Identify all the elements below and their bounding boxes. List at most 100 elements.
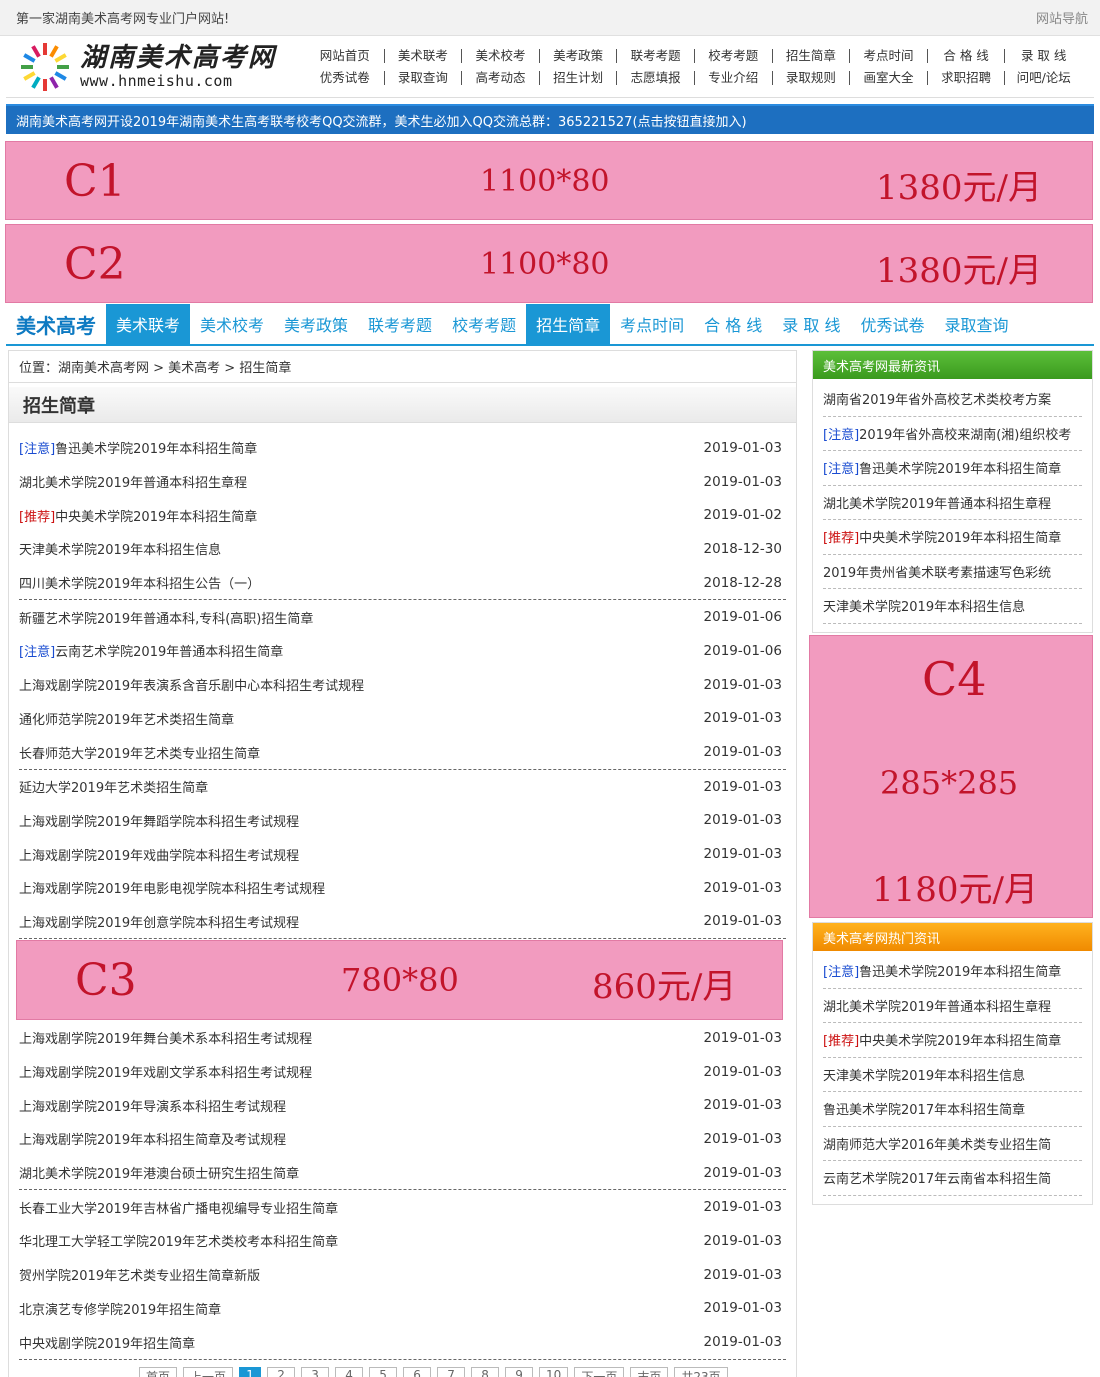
news-title[interactable]: 湖南省2019年省外高校艺术类校考方案 (823, 389, 1051, 408)
article-link[interactable]: 通化师范学院2019年艺术类招生简章 (19, 709, 234, 728)
page-link[interactable]: 上一页 (183, 1367, 234, 1377)
list-item[interactable]: 北京演艺专修学院2019年招生简章 2019-01-03 (9, 1292, 796, 1326)
news-title[interactable]: 湖北美术学院2019年普通本科招生章程 (823, 493, 1051, 512)
news-title[interactable]: 中央美术学院2019年本科招生简章 (859, 1030, 1061, 1049)
article-title[interactable]: 上海戏剧学院2019年表演系含音乐剧中心本科招生考试规程 (19, 679, 364, 694)
list-item[interactable]: 湖北美术学院2019年港澳台硕士研究生招生简章 2019-01-03 (9, 1156, 796, 1190)
list-item[interactable]: 上海戏剧学院2019年导演系本科招生考试规程 2019-01-03 (9, 1088, 796, 1122)
list-item[interactable]: [注意]鲁迅美术学院2019年本科招生简章 2019-01-03 (9, 431, 796, 465)
article-title[interactable]: 中央戏剧学院2019年招生简章 (19, 1333, 195, 1352)
news-title[interactable]: 鲁迅美术学院2019年本科招生简章 (859, 961, 1061, 980)
list-item[interactable]: [注意]云南艺术学院2019年普通本科招生简章 2019-01-06 (9, 634, 796, 668)
ad-banner-c4[interactable]: C4 285*285 1180元/月 (809, 635, 1093, 918)
article-link[interactable]: 新疆艺术学院2019年普通本科,专科(高职)招生简章 (19, 608, 313, 627)
site-nav-link[interactable]: 网站导航 (1036, 8, 1088, 27)
article-link[interactable]: 上海戏剧学院2019年表演系含音乐剧中心本科招生考试规程 (19, 675, 364, 694)
article-title[interactable]: 上海戏剧学院2019年本科招生简章及考试规程 (19, 1129, 286, 1148)
article-link[interactable]: [推荐]中央美术学院2019年本科招生简章 (19, 506, 257, 525)
page-link[interactable]: 10 (539, 1367, 569, 1377)
page-link[interactable]: 5 (369, 1367, 398, 1377)
article-title[interactable]: 延边大学2019年艺术类招生简章 (19, 781, 208, 796)
article-title[interactable]: 云南艺术学院2019年普通本科招生简章 (55, 645, 283, 660)
list-item[interactable]: 上海戏剧学院2019年创意学院本科招生考试规程 2019-01-03 (9, 905, 796, 939)
topnav-item[interactable]: 志愿填报 (616, 70, 694, 85)
article-title[interactable]: 湖北美术学院2019年港澳台硕士研究生招生简章 (19, 1163, 299, 1182)
channel-tab[interactable]: 美术校考 (190, 304, 274, 344)
sidebar-news-item[interactable]: 鲁迅美术学院2017年本科招生简章 (823, 1092, 1082, 1127)
topnav-item[interactable]: 美考政策 (538, 48, 617, 63)
page-link[interactable]: 末页 (630, 1367, 669, 1377)
sidebar-news-item[interactable]: 天津美术学院2019年本科招生信息 (823, 589, 1082, 624)
sidebar-news-item[interactable]: [注意] 鲁迅美术学院2019年本科招生简章 (823, 451, 1082, 486)
list-item[interactable]: 上海戏剧学院2019年戏曲学院本科招生考试规程 2019-01-03 (9, 837, 796, 871)
article-link[interactable]: [注意]云南艺术学院2019年普通本科招生简章 (19, 641, 283, 660)
topnav-item[interactable]: 问吧/论坛 (1004, 70, 1082, 85)
page-link[interactable]: 共23页 (674, 1367, 728, 1377)
channel-tab[interactable]: 美考政策 (274, 304, 358, 344)
list-item[interactable]: 长春工业大学2019年吉林省广播电视编导专业招生简章 2019-01-03 (9, 1190, 796, 1224)
article-title[interactable]: 新疆艺术学院2019年普通本科,专科(高职)招生简章 (19, 612, 313, 627)
list-item[interactable]: 上海戏剧学院2019年本科招生简章及考试规程 2019-01-03 (9, 1122, 796, 1156)
article-link[interactable]: 上海戏剧学院2019年戏曲学院本科招生考试规程 (19, 845, 299, 864)
list-item[interactable]: 上海戏剧学院2019年舞蹈学院本科招生考试规程 2019-01-03 (9, 804, 796, 838)
page-link[interactable]: 8 (471, 1367, 500, 1377)
topnav-item[interactable]: 录取查询 (383, 70, 462, 85)
list-item[interactable]: 上海戏剧学院2019年戏剧文学系本科招生考试规程 2019-01-03 (9, 1055, 796, 1089)
topnav-item[interactable]: 联考考题 (616, 48, 694, 63)
channel-tab[interactable]: 美术联考 (106, 304, 191, 344)
sidebar-news-item[interactable]: 云南艺术学院2017年云南省本科招生简 (823, 1161, 1082, 1196)
article-link[interactable]: 四川美术学院2019年本科招生公告（一） (19, 573, 260, 592)
news-title[interactable]: 湖南师范大学2016年美术类专业招生简 (823, 1134, 1051, 1153)
list-item[interactable]: 湖北美术学院2019年普通本科招生章程 2019-01-03 (9, 465, 796, 499)
ad-banner-c3[interactable]: C3 780*80 860元/月 (16, 940, 783, 1020)
topnav-item[interactable]: 录 取 线 (1004, 48, 1082, 63)
list-item[interactable]: 延边大学2019年艺术类招生简章 2019-01-03 (9, 770, 796, 804)
page-link[interactable]: 7 (437, 1367, 466, 1377)
channel-tab[interactable]: 录 取 线 (772, 304, 850, 344)
list-item[interactable]: 长春师范大学2019年艺术类专业招生简章 2019-01-03 (9, 735, 796, 769)
article-title[interactable]: 北京演艺专修学院2019年招生简章 (19, 1299, 221, 1318)
page-link[interactable]: 首页 (139, 1367, 178, 1377)
article-link[interactable]: 上海戏剧学院2019年创意学院本科招生考试规程 (19, 912, 299, 931)
list-item[interactable]: 中央戏剧学院2019年招生简章 2019-01-03 (9, 1325, 796, 1359)
sidebar-news-item[interactable]: 天津美术学院2019年本科招生信息 (823, 1058, 1082, 1092)
news-title[interactable]: 2019年贵州省美术联考素描速写色彩统 (823, 562, 1051, 581)
topnav-item[interactable]: 网站首页 (306, 48, 384, 63)
topnav-item[interactable]: 招生计划 (538, 70, 617, 85)
topnav-item[interactable]: 考点时间 (849, 48, 927, 63)
topnav-item[interactable]: 合 格 线 (926, 48, 1005, 63)
list-item[interactable]: 上海戏剧学院2019年电影电视学院本科招生考试规程 2019-01-03 (9, 871, 796, 905)
article-title[interactable]: 上海戏剧学院2019年创意学院本科招生考试规程 (19, 916, 299, 931)
article-title[interactable]: 湖北美术学院2019年普通本科招生章程 (19, 476, 247, 491)
topnav-item[interactable]: 校考考题 (693, 48, 772, 63)
article-link[interactable]: 延边大学2019年艺术类招生简章 (19, 777, 208, 796)
ad-banner-c2[interactable]: C2 1100*80 1380元/月 (5, 224, 1093, 303)
page-link[interactable]: 6 (403, 1367, 432, 1377)
list-item[interactable]: 天津美术学院2019年本科招生信息 2018-12-30 (9, 532, 796, 566)
article-title[interactable]: 长春师范大学2019年艺术类专业招生简章 (19, 747, 260, 762)
list-item[interactable]: 华北理工大学轻工学院2019年艺术类校考本科招生简章 2019-01-03 (9, 1224, 796, 1258)
topnav-item[interactable]: 求职招聘 (926, 70, 1005, 85)
list-item[interactable]: 贺州学院2019年艺术类专业招生简章新版 2019-01-03 (9, 1258, 796, 1292)
article-title[interactable]: 上海戏剧学院2019年舞台美术系本科招生考试规程 (19, 1028, 312, 1047)
sidebar-news-item[interactable]: [注意] 2019年省外高校来湖南(湘)组织校考 (823, 417, 1082, 451)
topnav-item[interactable]: 画室大全 (849, 70, 927, 85)
topnav-item[interactable]: 优秀试卷 (306, 70, 384, 85)
channel-tab[interactable]: 考点时间 (610, 304, 694, 344)
article-title[interactable]: 上海戏剧学院2019年导演系本科招生考试规程 (19, 1096, 286, 1115)
channel-tab[interactable]: 录取查询 (935, 304, 1019, 344)
page-link[interactable]: 2 (267, 1367, 296, 1377)
article-title[interactable]: 鲁迅美术学院2019年本科招生简章 (55, 442, 257, 457)
sidebar-news-item[interactable]: [推荐] 中央美术学院2019年本科招生简章 (823, 520, 1082, 555)
page-link[interactable]: 4 (335, 1367, 364, 1377)
topnav-item[interactable]: 招生简章 (771, 48, 850, 63)
article-title[interactable]: 长春工业大学2019年吉林省广播电视编导专业招生简章 (19, 1198, 338, 1217)
article-title[interactable]: 中央美术学院2019年本科招生简章 (55, 510, 257, 525)
article-title[interactable]: 四川美术学院2019年本科招生公告（一） (19, 577, 260, 592)
article-link[interactable]: 长春师范大学2019年艺术类专业招生简章 (19, 743, 260, 762)
article-link[interactable]: 上海戏剧学院2019年舞蹈学院本科招生考试规程 (19, 811, 299, 830)
qq-group-notice[interactable]: 湖南美术高考网开设2019年湖南美术生高考联考校考QQ交流群，美术生必加入QQ交… (6, 104, 1094, 134)
article-title[interactable]: 贺州学院2019年艺术类专业招生简章新版 (19, 1265, 260, 1284)
article-link[interactable]: [注意]鲁迅美术学院2019年本科招生简章 (19, 438, 257, 457)
breadcrumb[interactable]: 位置：湖南美术高考网 > 美术高考 > 招生简章 (9, 351, 796, 383)
